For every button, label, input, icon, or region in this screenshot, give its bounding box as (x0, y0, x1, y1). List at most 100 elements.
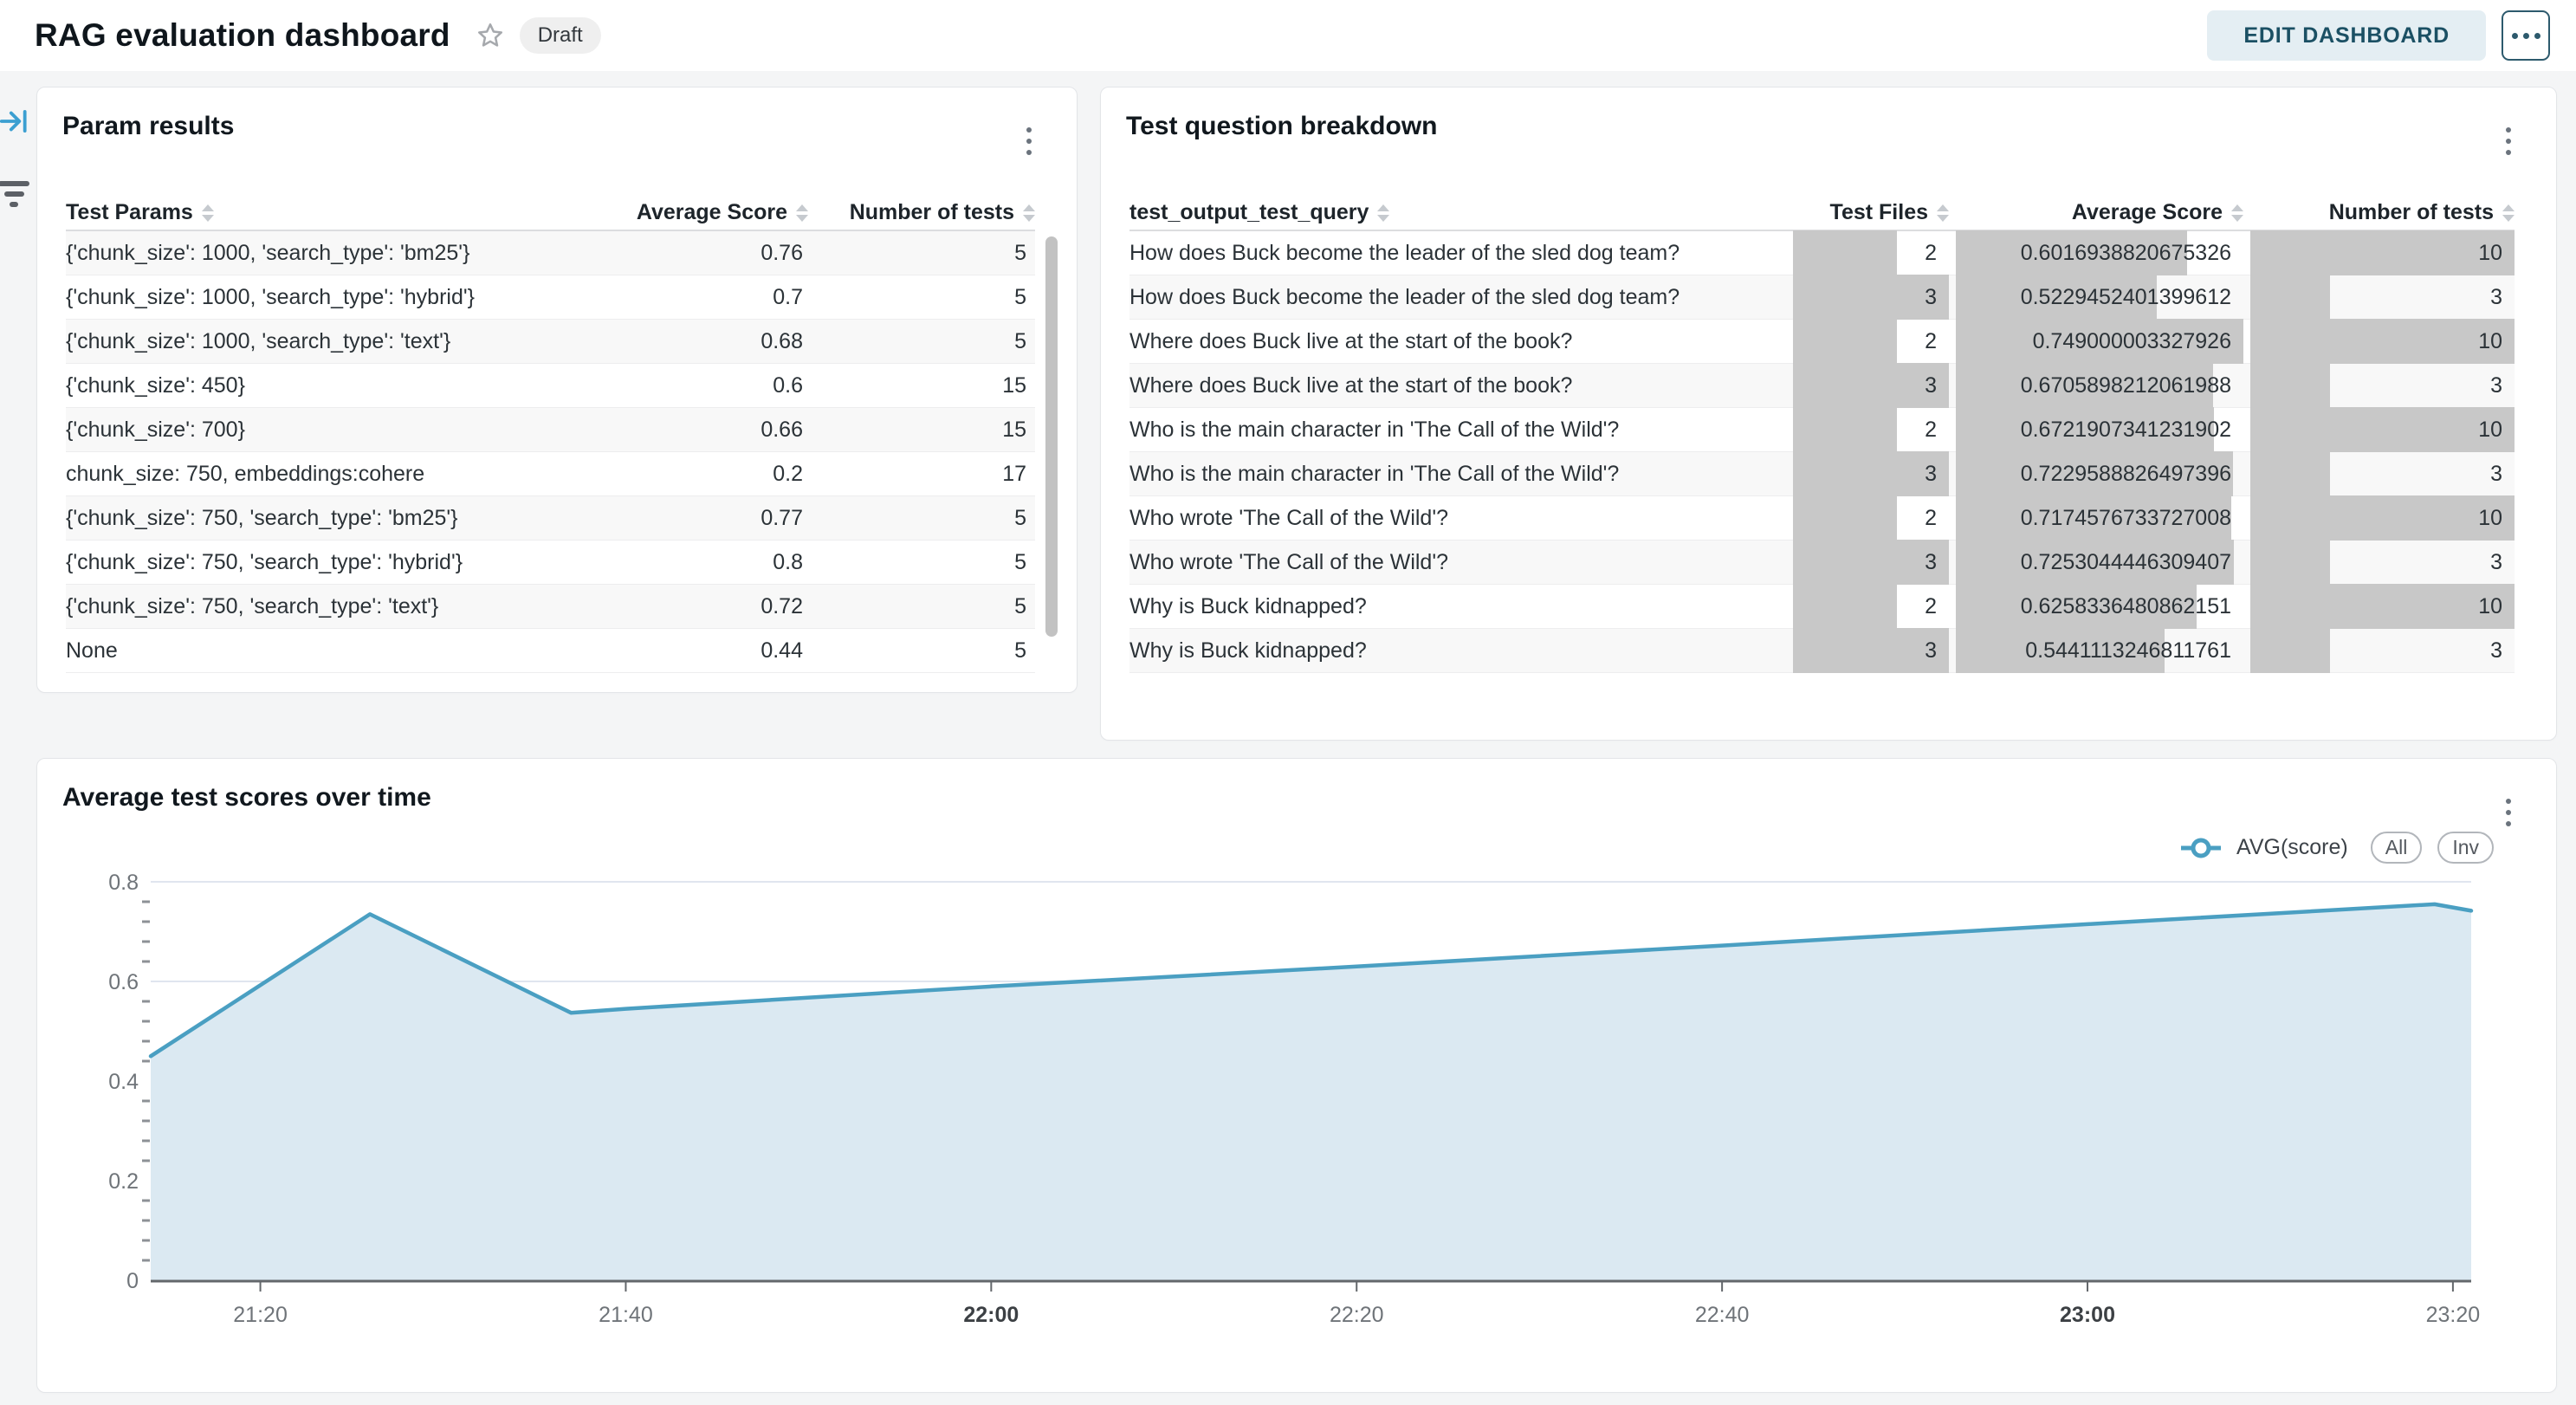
x-axis-label: 22:20 (1330, 1303, 1384, 1327)
table-cell: 0.7 (548, 275, 808, 319)
avg-scores-chart-panel: Average test scores over time AVG(score)… (36, 758, 2557, 1393)
expand-sidebar-icon[interactable] (0, 102, 33, 140)
table-row[interactable]: Who is the main character in 'The Call o… (1129, 452, 2515, 496)
n-bar-cell: 3 (2250, 364, 2515, 407)
dashboard-overflow-menu-button[interactable] (2502, 10, 2550, 61)
table-row[interactable]: Why is Buck kidnapped?30.544111324681176… (1129, 629, 2515, 673)
legend-series-label[interactable]: AVG(score) (2236, 835, 2348, 860)
value-bar (2250, 495, 2515, 541)
table-cell: 5 (808, 541, 1035, 584)
table-row[interactable]: Where does Buck live at the start of the… (1129, 320, 2515, 364)
sort-icon[interactable] (1377, 204, 1389, 222)
table-row[interactable]: Where does Buck live at the start of the… (1129, 364, 2515, 408)
table-row[interactable]: None0.445 (66, 629, 1035, 673)
column-header-average-score[interactable]: Average Score (548, 200, 808, 225)
table-row[interactable]: Who is the main character in 'The Call o… (1129, 408, 2515, 452)
n-bar-cell: 10 (2250, 231, 2515, 275)
sort-icon[interactable] (202, 204, 214, 222)
table-row[interactable]: How does Buck become the leader of the s… (1129, 275, 2515, 320)
table-cell: chunk_size: 750, embeddings:cohere (66, 452, 548, 495)
x-axis-label: 21:20 (233, 1303, 288, 1327)
n-bar-cell: 3 (2250, 629, 2515, 672)
question-breakdown-table-body: How does Buck become the leader of the s… (1129, 231, 2515, 673)
legend-invert-button[interactable]: Inv (2437, 832, 2494, 864)
table-cell: 0.72 (548, 585, 808, 628)
column-header-average-score[interactable]: Average Score (1956, 200, 2243, 225)
n-bar-cell: 10 (2250, 585, 2515, 628)
question-breakdown-header-row: test_output_test_query Test Files Averag… (1129, 196, 2515, 231)
value-bar (2250, 319, 2515, 364)
query-cell: Why is Buck kidnapped? (1129, 629, 1786, 672)
score-bar-cell: 0.749000003327926 (1956, 320, 2243, 363)
column-header-number-of-tests[interactable]: Number of tests (2250, 200, 2515, 225)
query-cell: Where does Buck live at the start of the… (1129, 364, 1786, 407)
query-cell: Who is the main character in 'The Call o… (1129, 408, 1786, 451)
table-row[interactable]: {'chunk_size': 1000, 'search_type': 'hyb… (66, 275, 1035, 320)
table-row[interactable]: {'chunk_size': 750, 'search_type': 'hybr… (66, 541, 1035, 585)
table-row[interactable]: How does Buck become the leader of the s… (1129, 231, 2515, 275)
n-bar-cell: 3 (2250, 541, 2515, 584)
cell-value: 0.6705898212061988 (2021, 373, 2243, 398)
cell-value: 2 (1925, 418, 1949, 443)
table-row[interactable]: {'chunk_size': 750, 'search_type': 'text… (66, 585, 1035, 629)
table-row[interactable]: chunk_size: 750, embeddings:cohere0.217 (66, 452, 1035, 496)
sort-icon[interactable] (1937, 204, 1949, 222)
chart-menu-icon[interactable] (2506, 799, 2511, 826)
favorite-star-icon[interactable] (473, 18, 508, 53)
table-cell: {'chunk_size': 700} (66, 408, 548, 451)
cell-value: 2 (1925, 506, 1949, 531)
filters-icon[interactable] (0, 175, 33, 213)
page-title: RAG evaluation dashboard (35, 17, 450, 54)
value-bar (1793, 495, 1897, 541)
y-axis-label: 0.6 (108, 970, 139, 994)
param-results-menu-icon[interactable] (1026, 127, 1032, 155)
table-scrollbar[interactable] (1045, 236, 1058, 637)
column-header-test-params[interactable]: Test Params (66, 200, 548, 225)
cell-value: 2 (1925, 594, 1949, 619)
legend-select-all-button[interactable]: All (2371, 832, 2423, 864)
param-results-title: Param results (62, 112, 234, 141)
column-header-test-query[interactable]: test_output_test_query (1129, 200, 1786, 225)
value-bar (2250, 275, 2330, 320)
cell-value: 0.6258336480862151 (2021, 594, 2243, 619)
table-cell: 5 (808, 231, 1035, 275)
cell-value: 3 (1925, 462, 1949, 487)
table-row[interactable]: {'chunk_size': 700}0.6615 (66, 408, 1035, 452)
cell-value: 10 (2478, 241, 2515, 266)
sort-icon[interactable] (796, 204, 808, 222)
cell-value: 3 (2490, 462, 2515, 487)
chart-legend: AVG(score) All Inv (2181, 832, 2494, 864)
table-cell: 0.44 (548, 629, 808, 672)
x-axis-label: 22:40 (1695, 1303, 1750, 1327)
table-row[interactable]: Who wrote 'The Call of the Wild'?20.7174… (1129, 496, 2515, 541)
column-header-test-files[interactable]: Test Files (1793, 200, 1949, 225)
table-cell: 0.66 (548, 408, 808, 451)
line-chart[interactable]: 00.20.40.60.821:2021:4022:0022:2022:4023… (90, 867, 2508, 1352)
value-bar (1793, 584, 1897, 629)
files-bar-cell: 3 (1793, 541, 1949, 584)
question-breakdown-menu-icon[interactable] (2506, 127, 2511, 155)
y-axis-label: 0.8 (108, 871, 139, 895)
left-rail (0, 102, 35, 213)
table-row[interactable]: {'chunk_size': 1000, 'search_type': 'tex… (66, 320, 1035, 364)
table-row[interactable]: {'chunk_size': 750, 'search_type': 'bm25… (66, 496, 1035, 541)
value-bar (2250, 584, 2515, 629)
files-bar-cell: 2 (1793, 585, 1949, 628)
sort-icon[interactable] (1023, 204, 1035, 222)
sort-icon[interactable] (2502, 204, 2515, 222)
sort-icon[interactable] (2231, 204, 2243, 222)
value-bar (2250, 363, 2330, 408)
table-row[interactable]: Why is Buck kidnapped? 2 0.625833648086215… (1129, 585, 2515, 629)
query-cell: Why is Buck kidnapped? (1129, 585, 1786, 628)
table-row[interactable]: {'chunk_size': 450}0.615 (66, 364, 1035, 408)
edit-dashboard-button[interactable]: EDIT DASHBOARD (2207, 10, 2486, 61)
table-row[interactable]: Who wrote 'The Call of the Wild'?30.7253… (1129, 541, 2515, 585)
column-header-number-of-tests[interactable]: Number of tests (808, 200, 1035, 225)
files-bar-cell: 2 (1793, 231, 1949, 275)
query-cell: Where does Buck live at the start of the… (1129, 320, 1786, 363)
table-cell: 0.8 (548, 541, 808, 584)
cell-value: 0.7229588826497396 (2021, 462, 2243, 487)
table-cell: None (66, 629, 548, 672)
table-row[interactable]: {'chunk_size': 1000, 'search_type': 'bm2… (66, 231, 1035, 275)
score-bar-cell: 0.7229588826497396 (1956, 452, 2243, 495)
